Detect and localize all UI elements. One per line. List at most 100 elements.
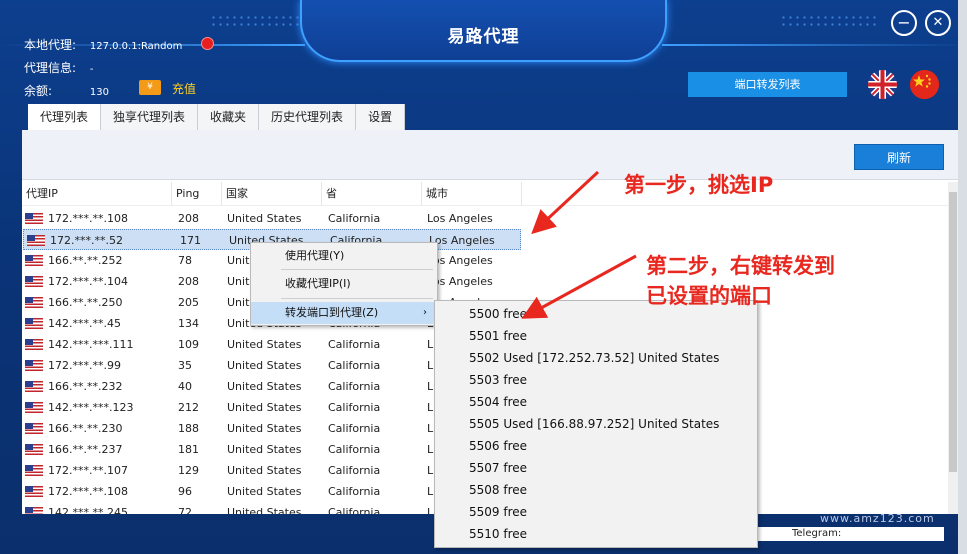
proxy-info-label: 代理信息:	[24, 61, 77, 75]
cell-ip: 142.***.***.123	[48, 401, 134, 414]
cell-ping: 109	[178, 338, 199, 351]
proxy-info-row: 代理信息: -	[24, 59, 93, 76]
menu-separator	[281, 298, 433, 299]
header-dots-left	[210, 14, 310, 30]
cell-ip: 166.**.**.250	[48, 296, 123, 309]
cell-ping: 134	[178, 317, 199, 330]
cell-ping: 171	[180, 234, 201, 247]
menu-item-use-proxy[interactable]: 使用代理(Y)	[251, 245, 437, 267]
close-icon[interactable]: ✕	[925, 10, 951, 36]
cn-flag-icon[interactable]	[910, 70, 939, 99]
cell-ping: 208	[178, 275, 199, 288]
cell-ip: 172.***.**.108	[48, 485, 128, 498]
cell-country: United States	[227, 464, 302, 477]
cell-ip: 172.***.**.52	[50, 234, 123, 247]
us-flag-icon	[25, 318, 43, 329]
us-flag-icon	[25, 402, 43, 413]
telegram-status: Telegram:	[756, 527, 944, 541]
submenu-item-port[interactable]: 5504 free	[469, 391, 527, 413]
tab-settings[interactable]: 设置	[356, 104, 406, 130]
table-scrollbar-thumb[interactable]	[949, 192, 957, 472]
column-header-ping[interactable]: Ping	[172, 182, 222, 206]
cell-ping: 72	[178, 506, 192, 514]
header-dots-right	[780, 14, 880, 30]
cell-city: L	[427, 443, 434, 456]
submenu-item-port[interactable]: 5500 free	[469, 303, 527, 325]
us-flag-icon	[25, 213, 43, 224]
context-menu: 使用代理(Y) 收藏代理IP(I) 转发端口到代理(Z) ›	[250, 242, 438, 326]
outer-scrollbar[interactable]	[958, 0, 967, 554]
tab-history-proxy-list[interactable]: 历史代理列表	[259, 104, 357, 130]
menu-item-favorite-proxy[interactable]: 收藏代理IP(I)	[251, 273, 437, 295]
us-flag-icon	[25, 381, 43, 392]
cell-province: California	[328, 359, 381, 372]
cell-province: California	[328, 443, 381, 456]
cell-ip: 166.**.**.230	[48, 422, 123, 435]
cell-country: United States	[227, 401, 302, 414]
column-header-province[interactable]: 省	[322, 182, 422, 206]
submenu-item-port[interactable]: 5510 free	[469, 523, 527, 545]
cell-ping: 205	[178, 296, 199, 309]
recharge-icon[interactable]: ¥	[139, 80, 161, 95]
cell-city: L	[427, 422, 434, 435]
table-scrollbar[interactable]	[948, 182, 958, 514]
app-title: 易路代理	[447, 27, 520, 47]
port-forward-list-button[interactable]: 端口转发列表	[688, 72, 847, 97]
minimize-icon[interactable]: −	[891, 10, 917, 36]
submenu-item-port[interactable]: 5508 free	[469, 479, 527, 501]
cell-ip: 166.**.**.237	[48, 443, 123, 456]
submenu-item-port[interactable]: 5509 free	[469, 501, 527, 523]
annotation-step2-line1: 第二步，右键转发到	[646, 254, 835, 278]
recharge-link[interactable]: 充值	[172, 80, 196, 97]
cell-ip: 172.***.**.104	[48, 275, 128, 288]
submenu-item-port[interactable]: 5505 Used [166.88.97.252] United States	[469, 413, 719, 435]
cell-city: L	[427, 485, 434, 498]
cell-ping: 78	[178, 254, 192, 267]
cell-province: California	[328, 506, 381, 514]
cell-province: California	[328, 422, 381, 435]
cell-ping: 188	[178, 422, 199, 435]
balance-row: 余额: 130	[24, 82, 109, 99]
submenu-item-port[interactable]: 5501 free	[469, 325, 527, 347]
submenu-item-port[interactable]: 5507 free	[469, 457, 527, 479]
watermark: www.amz123.com	[820, 512, 935, 525]
menu-separator	[281, 269, 433, 270]
submenu-arrow-icon: ›	[423, 307, 427, 318]
status-dot-icon	[201, 37, 214, 50]
us-flag-icon	[25, 276, 43, 287]
cell-country: United States	[227, 359, 302, 372]
cell-country: United States	[227, 380, 302, 393]
submenu-item-port[interactable]: 5503 free	[469, 369, 527, 391]
cell-country: United States	[227, 506, 302, 514]
submenu-item-port[interactable]: 5502 Used [172.252.73.52] United States	[469, 347, 719, 369]
cell-ip: 142.***.***.111	[48, 338, 134, 351]
cell-ip: 172.***.**.108	[48, 212, 128, 225]
us-flag-icon	[25, 423, 43, 434]
balance-value: 130	[89, 87, 109, 98]
port-submenu: 5500 free 5501 free 5502 Used [172.252.73.…	[434, 300, 758, 548]
cell-city: L	[427, 380, 434, 393]
column-header-ip[interactable]: 代理IP	[22, 182, 172, 206]
cell-ip: 142.***.**.45	[48, 317, 121, 330]
cell-ip: 166.**.**.252	[48, 254, 123, 267]
local-proxy-label: 本地代理:	[24, 38, 77, 52]
cell-ip: 172.***.**.107	[48, 464, 128, 477]
table-header: 代理IP Ping 国家 省 城市	[22, 182, 958, 206]
refresh-button[interactable]: 刷新	[854, 144, 944, 170]
tab-exclusive-proxy-list[interactable]: 独享代理列表	[101, 104, 199, 130]
submenu-item-port[interactable]: 5506 free	[469, 435, 527, 457]
cell-province: California	[328, 485, 381, 498]
table-row[interactable]: 172.***.**.108 208 United States California…	[22, 208, 948, 229]
cell-city: Los Angeles	[429, 234, 495, 247]
tab-proxy-list[interactable]: 代理列表	[28, 104, 102, 130]
cell-ip: 172.***.**.99	[48, 359, 121, 372]
column-header-city[interactable]: 城市	[422, 182, 522, 206]
balance-label: 余额:	[24, 84, 53, 98]
menu-item-forward-port[interactable]: 转发端口到代理(Z) ›	[251, 302, 437, 324]
us-flag-icon	[25, 465, 43, 476]
tab-favorites[interactable]: 收藏夹	[198, 104, 260, 130]
menu-item-forward-port-label: 转发端口到代理(Z)	[285, 306, 379, 319]
us-flag-icon	[25, 360, 43, 371]
uk-flag-icon[interactable]	[868, 70, 897, 99]
column-header-country[interactable]: 国家	[222, 182, 322, 206]
